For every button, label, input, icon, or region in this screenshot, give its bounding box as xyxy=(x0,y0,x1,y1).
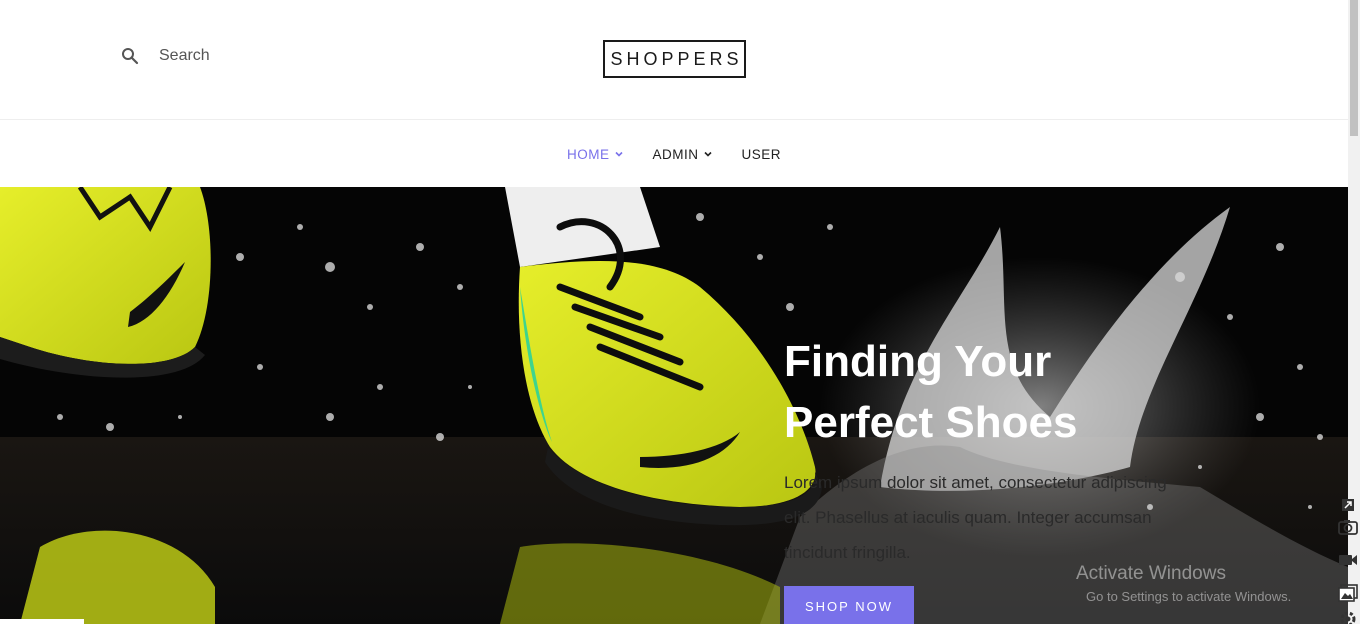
settings-icon[interactable] xyxy=(1336,608,1360,624)
nav-item-admin[interactable]: ADMIN xyxy=(652,147,713,162)
windows-activation-watermark: Activate Windows Go to Settings to activ… xyxy=(1076,563,1291,604)
search-bar[interactable] xyxy=(120,46,339,66)
chevron-down-icon xyxy=(704,151,713,157)
scrollbar-thumb[interactable] xyxy=(1350,0,1358,136)
main-nav: HOME ADMIN USER xyxy=(0,121,1348,187)
chevron-down-icon xyxy=(615,151,624,157)
shop-now-button[interactable]: SHOP NOW xyxy=(784,586,914,624)
camera-icon[interactable] xyxy=(1336,516,1360,538)
video-icon[interactable] xyxy=(1336,549,1360,571)
site-header: SHOPPERS xyxy=(0,0,1348,120)
search-icon[interactable] xyxy=(120,46,140,66)
side-tool-strip xyxy=(1334,494,1360,624)
hero-title: Finding Your Perfect Shoes xyxy=(784,331,1304,453)
hero-text-line: Lorem ipsum dolor sit amet, consectetur … xyxy=(784,473,1167,492)
nav-item-label: ADMIN xyxy=(652,146,699,162)
hero-description: Lorem ipsum dolor sit amet, consectetur … xyxy=(784,465,1284,570)
hero-title-line: Perfect Shoes xyxy=(784,398,1078,447)
watermark-title: Activate Windows xyxy=(1076,563,1226,584)
nav-item-home[interactable]: HOME xyxy=(567,147,625,162)
bottom-tab[interactable] xyxy=(0,619,84,624)
nav-item-label: HOME xyxy=(566,146,610,162)
nav-item-user[interactable]: USER xyxy=(741,147,781,162)
search-input[interactable] xyxy=(159,47,339,65)
nav-item-label: USER xyxy=(741,146,781,162)
hero-title-line: Finding Your xyxy=(784,337,1052,386)
expand-icon[interactable] xyxy=(1336,494,1360,516)
hero-text-line: elit. Phasellus at iaculis quam. Integer… xyxy=(784,508,1152,527)
hero-copy: Finding Your Perfect Shoes Lorem ipsum d… xyxy=(784,331,1304,570)
gallery-icon[interactable] xyxy=(1336,582,1360,604)
watermark-subtitle: Go to Settings to activate Windows. xyxy=(1086,589,1292,604)
site-logo[interactable]: SHOPPERS xyxy=(603,40,746,78)
hero-banner: Finding Your Perfect Shoes Lorem ipsum d… xyxy=(0,187,1348,624)
